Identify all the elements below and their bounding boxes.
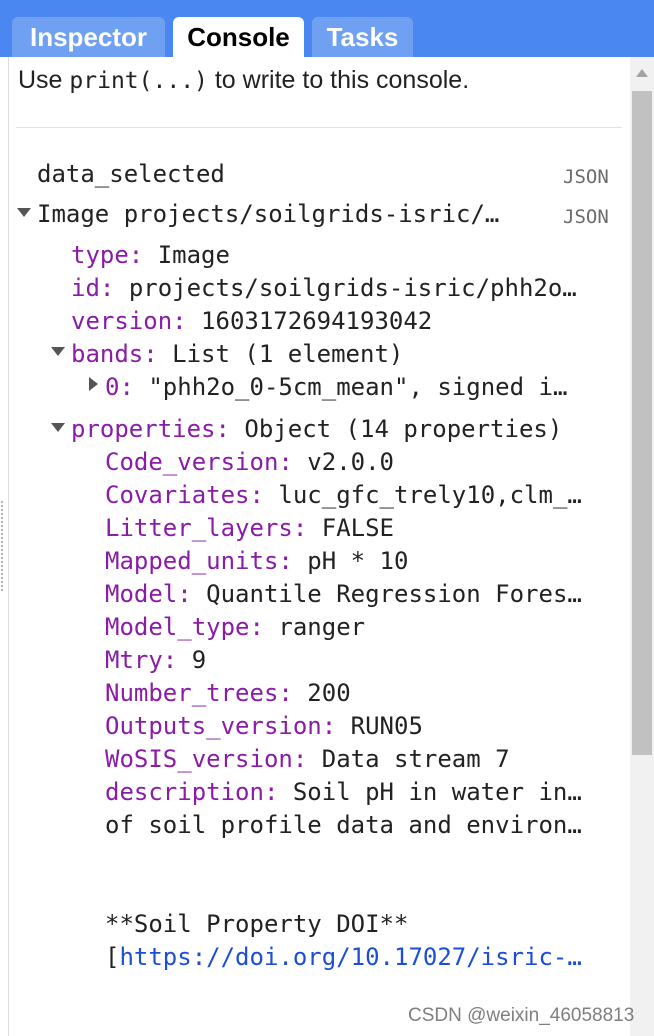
- property-key: Outputs_version:: [105, 712, 337, 740]
- property-value: pH * 10: [307, 547, 409, 575]
- scrollbar-thumb[interactable]: [632, 91, 652, 755]
- field-key: id:: [71, 274, 115, 302]
- vertical-scrollbar[interactable]: [630, 57, 654, 1036]
- field-properties[interactable]: properties: Object (14 properties): [71, 414, 562, 444]
- property-value: Quantile Regression Fores…: [206, 580, 582, 608]
- console-separator: [16, 127, 622, 128]
- property-row: description: Soil pH in water in…: [105, 777, 582, 807]
- doi-line: [https://doi.org/10.17027/isric-…: [105, 942, 582, 972]
- field-version: version: 1603172694193042: [71, 306, 432, 336]
- field-value: "phh2o_0-5cm_mean", signed i…: [148, 373, 568, 401]
- property-key: WoSIS_version:: [105, 745, 308, 773]
- doi-heading: **Soil Property DOI**: [105, 910, 409, 938]
- json-button-entry[interactable]: JSON: [563, 166, 609, 188]
- hint-suffix: to write to this console.: [214, 66, 470, 94]
- property-value: Soil pH in water in…: [292, 778, 582, 806]
- entry-name: data_selected: [37, 160, 225, 188]
- field-bands[interactable]: bands: List (1 element): [71, 339, 403, 369]
- property-key: Mtry:: [105, 646, 178, 674]
- field-key: bands:: [71, 340, 158, 368]
- field-key: 0:: [105, 373, 134, 401]
- property-value: v2.0.0: [307, 448, 394, 476]
- console-hint: Use print(...) to write to this console.: [18, 66, 469, 95]
- property-key: Code_version:: [105, 448, 293, 476]
- property-value: 9: [191, 646, 207, 674]
- collapse-image-icon[interactable]: [17, 208, 31, 217]
- doi-bracket: [: [105, 943, 120, 971]
- property-row: WoSIS_version: Data stream 7: [105, 744, 510, 774]
- image-header[interactable]: Image projects/soilgrids-isric/…: [37, 199, 499, 229]
- hint-code: print(...): [69, 68, 208, 94]
- property-row: Mapped_units: pH * 10: [105, 546, 408, 576]
- property-row: Litter_layers: FALSE: [105, 513, 394, 543]
- doi-link[interactable]: https://doi.org/10.17027/isric-…: [119, 943, 581, 971]
- field-value: projects/soilgrids-isric/phh2o…: [128, 274, 577, 302]
- property-value: RUN05: [350, 712, 423, 740]
- field-value: List (1 element): [172, 340, 404, 368]
- expand-band-icon[interactable]: [89, 377, 98, 391]
- property-row: Outputs_version: RUN05: [105, 711, 423, 741]
- field-id: id: projects/soilgrids-isric/phh2o…: [71, 273, 577, 303]
- property-value: 200: [307, 679, 351, 707]
- property-key: Model:: [105, 580, 192, 608]
- collapse-properties-icon[interactable]: [51, 423, 65, 432]
- band-item-0[interactable]: 0: "phh2o_0-5cm_mean", signed i…: [105, 372, 567, 402]
- field-key: properties:: [71, 415, 230, 443]
- field-value: Image: [157, 241, 230, 269]
- property-row: Code_version: v2.0.0: [105, 447, 394, 477]
- property-value: luc_gfc_trely10,clm_…: [278, 481, 582, 509]
- tab-bar: Inspector Console Tasks: [0, 0, 654, 57]
- field-key: version:: [71, 307, 187, 335]
- json-button-image[interactable]: JSON: [563, 206, 609, 228]
- scroll-up-arrow-icon[interactable]: [636, 69, 648, 77]
- property-value: FALSE: [321, 514, 394, 542]
- field-value: 1603172694193042: [201, 307, 433, 335]
- tab-inspector[interactable]: Inspector: [12, 17, 165, 57]
- field-value: Object (14 properties): [244, 415, 563, 443]
- property-row: Covariates: luc_gfc_trely10,clm_…: [105, 480, 582, 510]
- tab-console[interactable]: Console: [173, 17, 304, 57]
- property-key: Model_type:: [105, 613, 264, 641]
- property-key: Covariates:: [105, 481, 264, 509]
- property-row: Model_type: ranger: [105, 612, 365, 642]
- property-value: ranger: [278, 613, 366, 641]
- watermark: CSDN @weixin_46058813: [408, 1005, 635, 1026]
- tab-tasks[interactable]: Tasks: [312, 17, 413, 57]
- panel-resize-handle[interactable]: [0, 500, 5, 592]
- property-value: Data stream 7: [321, 745, 510, 773]
- property-key: Litter_layers:: [105, 514, 308, 542]
- field-key: type:: [71, 241, 144, 269]
- property-key: description:: [105, 778, 279, 806]
- property-key: Number_trees:: [105, 679, 293, 707]
- property-row: Model: Quantile Regression Fores…: [105, 579, 582, 609]
- property-key: Mapped_units:: [105, 547, 293, 575]
- field-type: type: Image: [71, 240, 230, 270]
- collapse-bands-icon[interactable]: [51, 347, 65, 356]
- property-row: Number_trees: 200: [105, 678, 351, 708]
- hint-prefix: Use: [18, 66, 63, 94]
- panel-divider: [8, 57, 9, 1036]
- description-continuation: of soil profile data and environ…: [105, 811, 582, 839]
- property-row: Mtry: 9: [105, 645, 206, 675]
